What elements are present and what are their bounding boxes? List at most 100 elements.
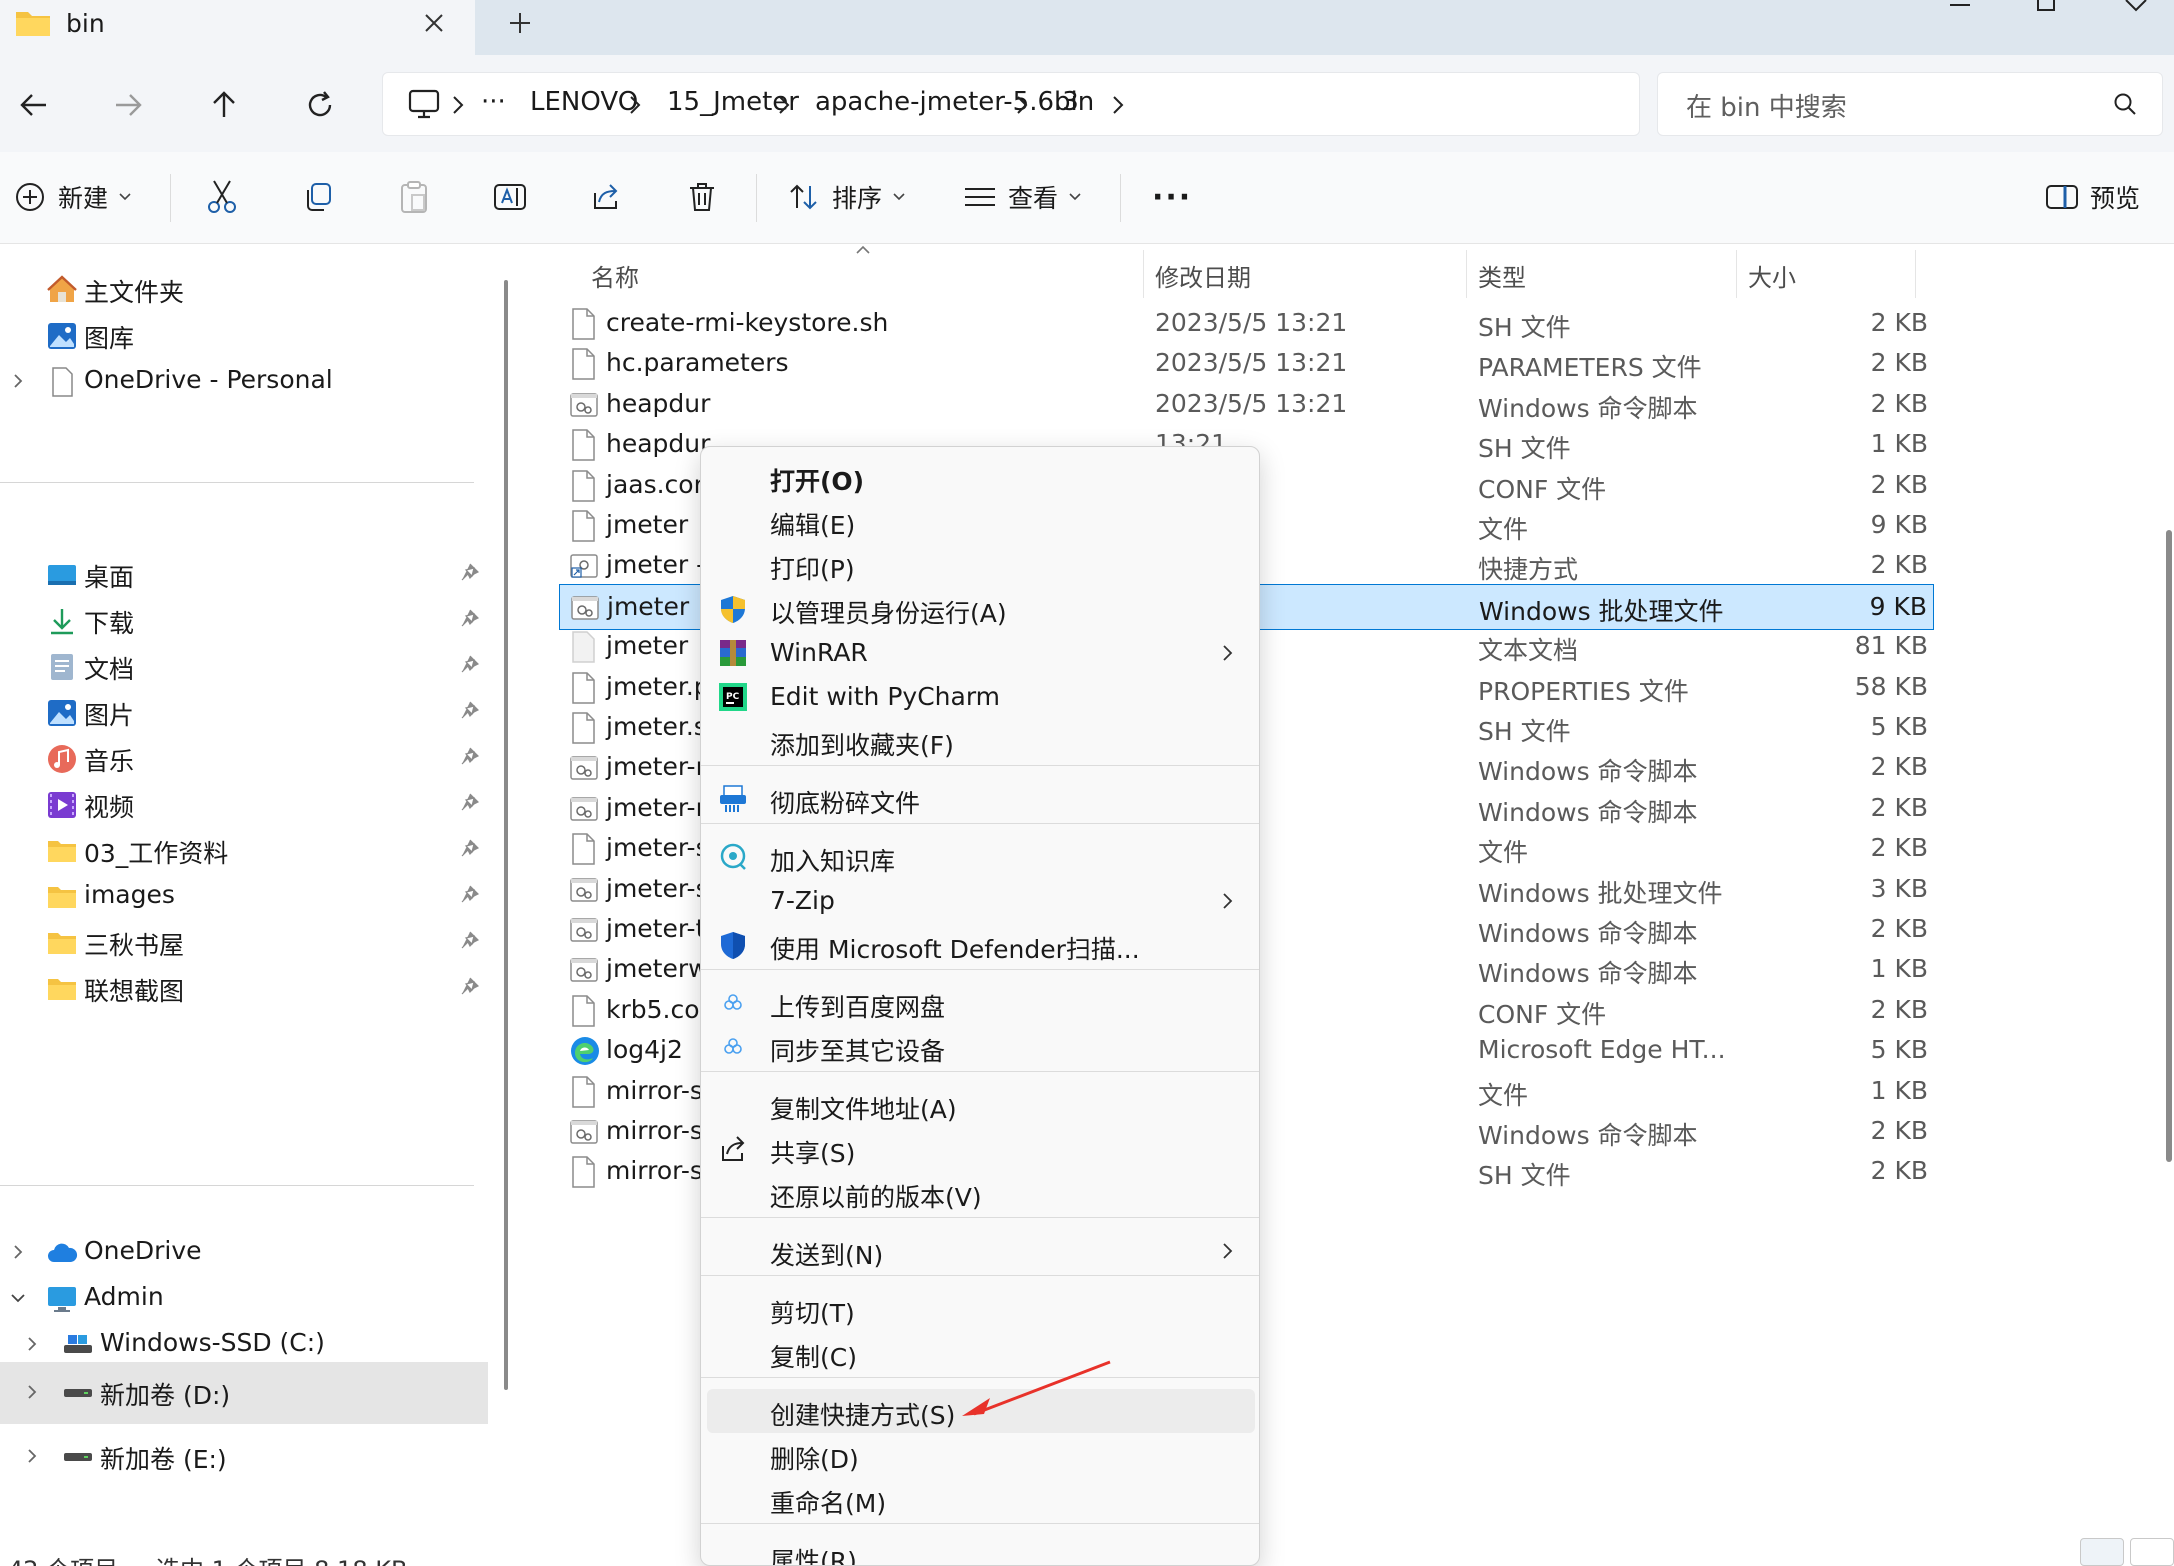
context-menu-item[interactable]: 以管理员身份运行(A) bbox=[701, 587, 1259, 631]
pin-icon[interactable] bbox=[458, 562, 480, 584]
context-menu-item[interactable]: 还原以前的版本(V) bbox=[701, 1171, 1259, 1215]
page-icon bbox=[46, 366, 78, 398]
context-menu-item[interactable]: 复制(C) bbox=[701, 1331, 1259, 1375]
share-button[interactable] bbox=[588, 172, 624, 222]
context-menu-label: 创建快捷方式(S) bbox=[770, 1401, 956, 1430]
breadcrumb-lenovo[interactable]: LENOVO bbox=[530, 87, 638, 117]
sidebar-item-drive-d[interactable]: 新加卷 (D:) bbox=[0, 1362, 488, 1424]
new-tab-icon[interactable] bbox=[505, 8, 535, 38]
search-icon[interactable] bbox=[2112, 91, 2138, 117]
file-row[interactable]: heapdur 2023/5/5 13:21 Windows 命令脚本 2 KB bbox=[559, 382, 1934, 428]
knowledge-icon bbox=[717, 841, 749, 873]
new-button[interactable]: 新建 bbox=[12, 172, 132, 222]
pin-icon[interactable] bbox=[458, 976, 480, 998]
paste-button[interactable] bbox=[396, 172, 432, 222]
tiles-view-toggle[interactable] bbox=[2130, 1538, 2174, 1566]
column-header-size[interactable]: 大小 bbox=[1748, 258, 1796, 293]
chevron-right-icon[interactable] bbox=[628, 95, 642, 115]
context-menu-item[interactable]: 复制文件地址(A) bbox=[701, 1083, 1259, 1127]
pin-icon[interactable] bbox=[458, 700, 480, 722]
context-menu-item[interactable]: 发送到(N) bbox=[701, 1229, 1259, 1273]
delete-button[interactable] bbox=[684, 172, 720, 222]
file-row[interactable]: create-rmi-keystore.sh 2023/5/5 13:21 SH 文… bbox=[559, 301, 1934, 347]
pin-icon[interactable] bbox=[458, 884, 480, 906]
context-menu-item[interactable]: 同步至其它设备 bbox=[701, 1025, 1259, 1069]
chevron-right-icon[interactable] bbox=[1111, 95, 1125, 115]
close-tab-icon[interactable] bbox=[419, 8, 449, 38]
sort-ascending-icon[interactable] bbox=[853, 244, 873, 256]
context-menu-item[interactable]: 7-Zip bbox=[701, 879, 1259, 923]
cut-button[interactable] bbox=[204, 172, 240, 222]
file-row[interactable]: hc.parameters 2023/5/5 13:21 PARAMETERS 文件… bbox=[559, 341, 1934, 387]
breadcrumb-bin[interactable]: bin bbox=[1054, 87, 1094, 117]
pin-icon[interactable] bbox=[458, 792, 480, 814]
file-list-scrollbar[interactable] bbox=[2166, 530, 2172, 1162]
context-menu-item[interactable]: 彻底粉碎文件 bbox=[701, 777, 1259, 821]
back-arrow-icon[interactable] bbox=[12, 83, 56, 127]
pin-icon[interactable] bbox=[458, 608, 480, 630]
context-menu-item[interactable]: 重命名(M) bbox=[701, 1477, 1259, 1521]
chevron-right-icon[interactable] bbox=[6, 369, 30, 393]
gallery-icon bbox=[46, 320, 78, 352]
view-button[interactable]: 查看 bbox=[962, 172, 1082, 222]
file-size: 2 KB bbox=[1870, 308, 1928, 337]
pin-icon[interactable] bbox=[458, 838, 480, 860]
pin-icon[interactable] bbox=[458, 930, 480, 952]
sidebar-scrollbar[interactable] bbox=[504, 280, 508, 1390]
chevron-right-icon[interactable] bbox=[451, 95, 465, 115]
pin-icon[interactable] bbox=[458, 654, 480, 676]
chevron-down-icon[interactable] bbox=[6, 1286, 30, 1310]
context-menu-item[interactable]: PC Edit with PyCharm bbox=[701, 675, 1259, 719]
tab-bin[interactable]: bin bbox=[0, 0, 475, 55]
context-menu-item[interactable]: 加入知识库 bbox=[701, 835, 1259, 879]
rename-button[interactable] bbox=[492, 172, 528, 222]
close-window-icon[interactable] bbox=[2114, 0, 2154, 14]
context-menu-item[interactable]: WinRAR bbox=[701, 631, 1259, 675]
sidebar-item-label: OneDrive bbox=[84, 1236, 202, 1265]
context-menu-item[interactable]: 打开(O) bbox=[701, 455, 1259, 499]
context-menu-item[interactable]: 使用 Microsoft Defender扫描... bbox=[701, 923, 1259, 967]
context-menu-item[interactable]: 属性(R) bbox=[701, 1535, 1259, 1565]
context-menu-item[interactable]: 添加到收藏夹(F) bbox=[701, 719, 1259, 763]
chevron-right-icon[interactable] bbox=[20, 1380, 44, 1404]
column-header-date[interactable]: 修改日期 bbox=[1155, 258, 1251, 293]
sort-button[interactable]: 排序 bbox=[786, 172, 906, 222]
column-header-type[interactable]: 类型 bbox=[1478, 258, 1526, 293]
up-arrow-icon[interactable] bbox=[202, 83, 246, 127]
chevron-right-icon[interactable] bbox=[20, 1444, 44, 1468]
computer-icon[interactable] bbox=[407, 87, 441, 121]
sidebar-item-onedrive-personal[interactable]: OneDrive - Personal bbox=[0, 353, 488, 411]
chevron-right-icon[interactable] bbox=[1015, 95, 1029, 115]
minimize-icon[interactable] bbox=[1940, 0, 1980, 14]
chevron-right-icon[interactable] bbox=[20, 1332, 44, 1356]
file-size: 2 KB bbox=[1870, 348, 1928, 378]
preview-button[interactable]: 预览 bbox=[2044, 172, 2140, 222]
chevron-right-icon[interactable] bbox=[777, 95, 791, 115]
address-bar[interactable]: ··· LENOVO 15_Jmeter apache-jmeter-5.6.3… bbox=[382, 72, 1640, 136]
sidebar-item-screenshots[interactable]: 联想截图 bbox=[0, 960, 488, 1018]
breadcrumb-overflow[interactable]: ··· bbox=[481, 87, 506, 117]
refresh-icon[interactable] bbox=[298, 83, 342, 127]
more-options-button[interactable]: ··· bbox=[1152, 172, 1192, 222]
search-placeholder[interactable]: 在 bin 中搜索 bbox=[1686, 87, 1847, 124]
context-menu-item[interactable]: 共享(S) bbox=[701, 1127, 1259, 1171]
context-menu-item[interactable]: 上传到百度网盘 bbox=[701, 981, 1259, 1025]
file-size: 2 KB bbox=[1870, 752, 1928, 782]
maximize-icon[interactable] bbox=[2026, 0, 2066, 14]
breadcrumb-apache-jmeter[interactable]: apache-jmeter-5.6.3 bbox=[815, 87, 1079, 117]
context-menu-item[interactable]: 剪切(T) bbox=[701, 1287, 1259, 1331]
context-menu-item[interactable]: 创建快捷方式(S) bbox=[707, 1389, 1255, 1433]
pin-icon[interactable] bbox=[458, 746, 480, 768]
details-view-toggle[interactable] bbox=[2080, 1538, 2124, 1566]
context-menu-item[interactable]: 打印(P) bbox=[701, 543, 1259, 587]
forward-arrow-icon[interactable] bbox=[106, 83, 150, 127]
search-box[interactable]: 在 bin 中搜索 bbox=[1657, 72, 2163, 136]
sidebar-item-drive-e[interactable]: 新加卷 (E:) bbox=[0, 1428, 488, 1486]
sidebar-item-label: OneDrive - Personal bbox=[84, 365, 333, 394]
context-menu-item[interactable]: 编辑(E) bbox=[701, 499, 1259, 543]
copy-button[interactable] bbox=[300, 172, 336, 222]
column-header-name[interactable]: 名称 bbox=[591, 258, 639, 293]
chevron-right-icon[interactable] bbox=[6, 1240, 30, 1264]
context-menu-item[interactable]: 删除(D) bbox=[701, 1433, 1259, 1477]
context-menu-label: 打印(P) bbox=[770, 555, 855, 584]
